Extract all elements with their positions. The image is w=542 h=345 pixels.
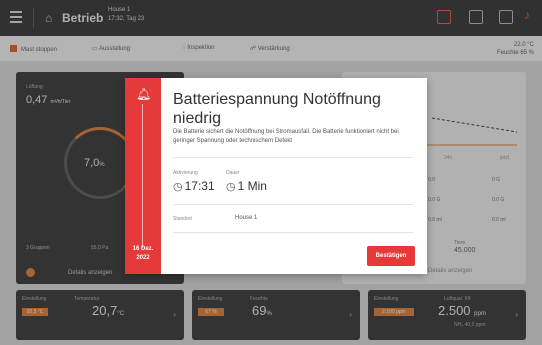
alarm-severity-stripe: 🔔︎ 16 Dez. 2022 <box>125 78 161 274</box>
location-label: Standort <box>173 216 192 222</box>
alarm-description: Die Batterie sichert die Notöffnung bei … <box>173 129 399 144</box>
duration-label: Dauer <box>226 170 240 176</box>
duration-time: 1 Min <box>237 179 267 193</box>
alarm-title: Batteriespannung Notöffnung niedrig <box>173 91 381 127</box>
clock-icon: ◷ <box>226 181 236 193</box>
duration-value: ◷ 1 Min <box>226 179 267 193</box>
alarm-date: 16 Dez. 2022 <box>132 246 154 261</box>
divider <box>173 232 413 233</box>
location-value: House 1 <box>235 215 258 221</box>
timeline-line <box>142 104 143 248</box>
activation-time: 17:31 <box>184 179 215 193</box>
divider <box>173 157 413 158</box>
alarm-dialog: 🔔︎ 16 Dez. 2022 Batteriespannung Notöffn… <box>125 78 427 274</box>
confirm-button[interactable]: Bestätigen <box>367 246 415 266</box>
clock-icon: ◷ <box>173 181 183 193</box>
activation-value: ◷ 17:31 <box>173 179 215 193</box>
alarm-bell-icon: 🔔︎ <box>136 87 152 101</box>
activation-label: Aktivierung <box>173 170 198 176</box>
divider <box>173 204 413 205</box>
